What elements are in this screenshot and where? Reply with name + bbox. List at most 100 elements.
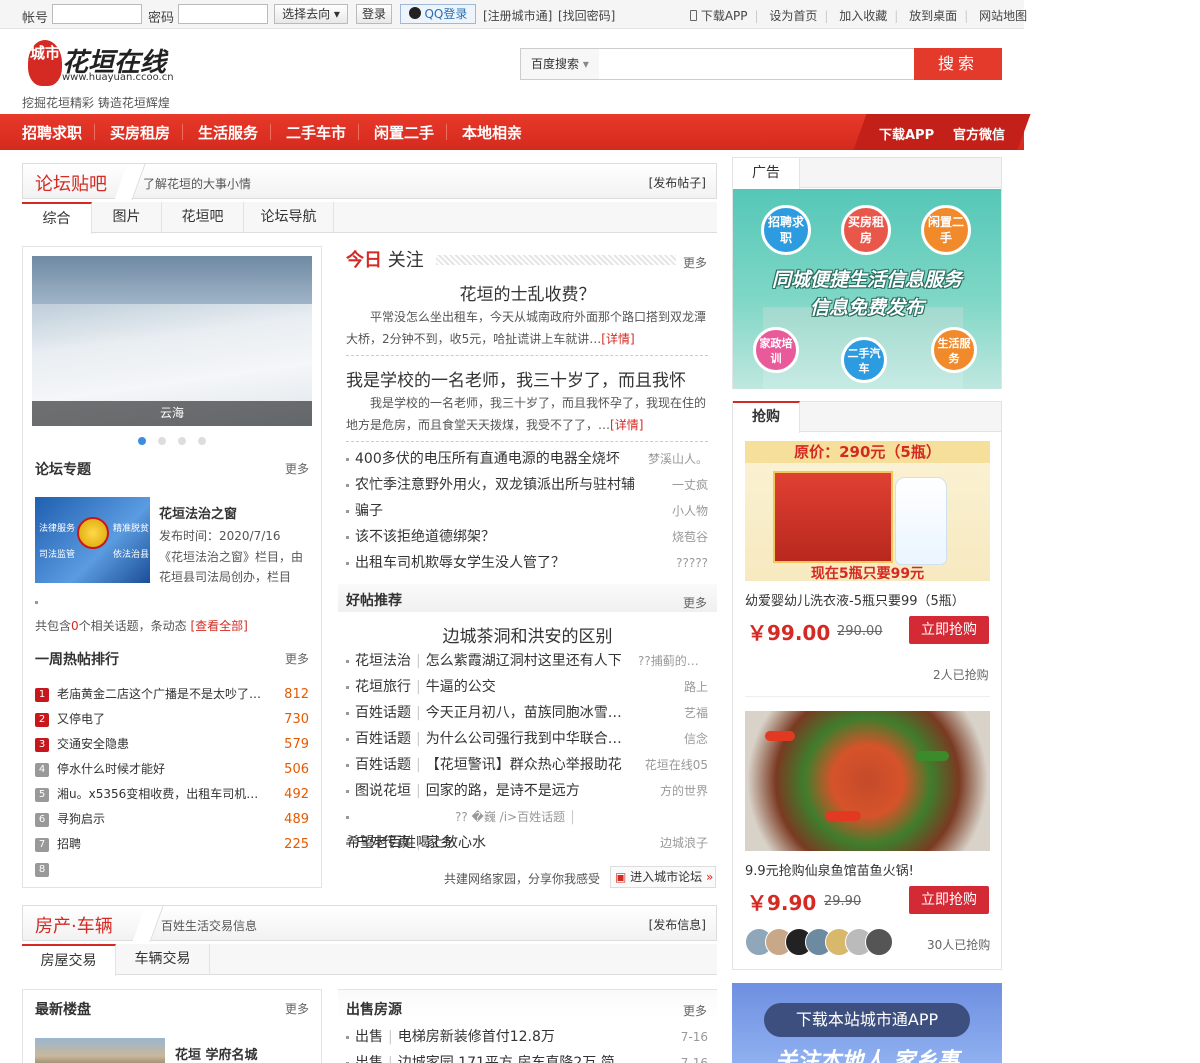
tab-pictures[interactable]: 图片 — [92, 202, 162, 233]
good-post-row[interactable]: 图说花垣 | 回家的路，是诗不是远方 方的世界 — [346, 778, 708, 804]
hot-post-row[interactable]: 5 湘u。x5356变相收费，出租车司机到底 492 — [35, 782, 313, 807]
nav-item-jobs[interactable]: 招聘求职 — [22, 122, 82, 143]
product-1-image[interactable]: 原价：290元（5瓶） 现在5瓶只要99元 — [745, 441, 990, 581]
today-post-row[interactable]: 骗子 小人物 — [346, 498, 708, 524]
good-post-row[interactable]: 百姓话题 | 为什么公司强行我到中华联合买保险信念 — [346, 726, 708, 752]
post-title[interactable]: 为什么公司强行我到中华联合买保险 — [426, 726, 626, 752]
hot-post-row[interactable]: 4 停水什么时候才能好 506 — [35, 757, 313, 782]
today-post-row[interactable]: 出租车司机欺辱女学生没人管了？????? — [346, 550, 708, 576]
view-all-link[interactable]: [查看全部] — [191, 619, 248, 633]
search-engine-select[interactable]: 百度搜索 ▾ — [520, 48, 600, 80]
hot-post-title[interactable]: 招聘 — [57, 832, 269, 857]
carousel-image[interactable]: 云海 — [32, 256, 312, 426]
password-input[interactable] — [178, 4, 268, 24]
hot-post-title[interactable]: 停水什么时候才能好 — [57, 757, 269, 782]
nav-item-services[interactable]: 生活服务 — [198, 122, 258, 143]
building-name[interactable]: 花垣 学府名城 — [175, 1044, 258, 1063]
sale-row[interactable]: 出售 | 边城家园 171平方 房东直降2万 简单装修 7-16 — [346, 1050, 708, 1063]
hot-post-title[interactable]: 寻狗启示 — [57, 807, 269, 832]
today-post-row[interactable]: 400多伏的电压所有直通电源的电器全烧坏 梦溪山人。 — [346, 446, 708, 472]
logo-badge[interactable]: 城市 — [28, 40, 62, 86]
search-button[interactable]: 搜索 — [914, 48, 1002, 80]
product-1-title[interactable]: 幼爱婴幼儿洗衣液-5瓶只要99（5瓶） — [745, 590, 965, 609]
post-title[interactable]: 出租车司机欺辱女学生没人管了？ — [355, 550, 635, 576]
post-category[interactable]: 百姓话题 — [355, 757, 411, 773]
app-download-banner[interactable]: 下载本站城市通APP 关注本地人 家乡事 — [732, 983, 1002, 1063]
post-author[interactable]: 梦溪山人。 — [628, 446, 708, 472]
post-title[interactable]: 农忙季注意野外用火，双龙镇派出所与驻村辅 — [355, 472, 635, 498]
good-post-row[interactable]: 花垣法治 | 怎么紫霞湖辽洞村这里还有人下 ??捕蓟的命?? — [346, 648, 708, 674]
good-posts-more-link[interactable]: 更多 — [683, 594, 707, 611]
post-author[interactable]: 边城浪子 — [638, 830, 708, 856]
hot-post-title[interactable]: 老庙黄金二店这个广播是不是太吵了，搞 — [57, 682, 269, 707]
detail-link[interactable]: [详情] — [610, 418, 643, 432]
building-thumbnail[interactable] — [35, 1038, 165, 1063]
good-post-row[interactable]: 百姓话题 | 今天正月初八，苗族同胞冰雪同庆乐融艺福 — [346, 700, 708, 726]
topic-name[interactable]: 花垣法治之窗 — [159, 503, 237, 522]
sale-title[interactable]: 电梯房新装修首付12.8万 — [398, 1024, 555, 1050]
nav-item-used-cars[interactable]: 二手车市 — [286, 122, 346, 143]
post-author[interactable]: 一丈疯 — [628, 472, 708, 498]
post-author[interactable]: ????? — [628, 550, 708, 576]
sale-row[interactable]: 出售 | 电梯房新装修首付12.8万 7-16 — [346, 1024, 708, 1050]
topic-more-link[interactable]: 更多 — [285, 460, 309, 477]
register-link[interactable]: [注册城市通] — [483, 7, 552, 24]
post-title[interactable]: 回家的路，是诗不是远方 — [426, 778, 580, 804]
hot-post-row[interactable]: 6 寻狗启示 489 — [35, 807, 313, 832]
good-post-row[interactable]: 百姓话题 | 【花垣警讯】群众热心举报助花 花垣在线05 — [346, 752, 708, 778]
post-category[interactable]: 图说花垣 — [355, 783, 411, 799]
post-category[interactable]: 花垣法治 — [355, 653, 411, 669]
section-title[interactable]: 论坛贴吧 — [35, 170, 107, 196]
hot-post-title[interactable]: 交通安全隐患 — [57, 732, 269, 757]
tab-huayuan-bar[interactable]: 花垣吧 — [162, 202, 244, 233]
carousel-dot-active[interactable] — [138, 437, 146, 445]
post-author[interactable]: 路上 — [638, 674, 708, 700]
post-title[interactable]: 牛逼的公交 — [426, 674, 496, 700]
sale-listings-more-link[interactable]: 更多 — [683, 1002, 707, 1019]
new-buildings-more-link[interactable]: 更多 — [285, 1000, 309, 1017]
post-category[interactable]: 百姓话题 — [355, 731, 411, 747]
hot-post-title[interactable]: 又停电了 — [57, 707, 269, 732]
post-info-link[interactable]: [发布信息] — [649, 916, 706, 933]
post-author[interactable]: 艺福 — [638, 700, 708, 726]
nav-wechat[interactable]: 官方微信 — [953, 124, 1005, 143]
add-favorite-link[interactable]: 加入收藏 — [839, 9, 887, 23]
post-category[interactable]: 花垣旅行 — [355, 679, 411, 695]
product-2-buy-button[interactable]: 立即抢购 — [909, 886, 989, 914]
search-input[interactable] — [599, 48, 915, 80]
nav-download-app[interactable]: 下载APP — [879, 124, 934, 143]
good-headline[interactable]: 边城茶洞和洪安的区别 — [338, 622, 717, 647]
post-title[interactable]: 该不该拒绝道德绑架？ — [355, 524, 635, 550]
tab-house-trade[interactable]: 房屋交易 — [22, 944, 116, 976]
post-title[interactable]: 400多伏的电压所有直通电源的电器全烧坏 — [355, 446, 635, 472]
post-author[interactable]: 方的世界 — [638, 778, 708, 804]
post-category[interactable]: 百姓话题 — [355, 705, 411, 721]
post-category[interactable]: 户外传真 — [355, 835, 411, 851]
product-2-title[interactable]: 9.9元抢购仙泉鱼馆苗鱼火锅! — [745, 860, 914, 879]
today-post-row[interactable]: 该不该拒绝道德绑架？ 烧苞谷 — [346, 524, 708, 550]
post-title[interactable]: 怎么紫霞湖辽洞村这里还有人下 — [426, 648, 622, 674]
nav-item-secondhand[interactable]: 闲置二手 — [374, 122, 434, 143]
good-post-row[interactable]: ?? �巍 /i>百姓话题 |希望老百姓喝上放心水 — [346, 804, 708, 851]
post-author[interactable]: ??捕蓟的命?? — [638, 648, 708, 674]
good-post-row[interactable]: 户外传真 | 家乡 边城浪子 — [346, 830, 708, 856]
destination-select[interactable]: 选择去向 ▾ — [274, 4, 348, 24]
download-app-link[interactable]: 下载APP — [701, 9, 748, 23]
hot-post-row[interactable]: 1 老庙黄金二店这个广播是不是太吵了，搞 812 — [35, 682, 313, 707]
qq-login-button[interactable]: QQ登录 — [400, 4, 476, 24]
login-button[interactable]: 登录 — [356, 4, 392, 24]
tab-forum-nav[interactable]: 论坛导航 — [244, 202, 334, 233]
post-author[interactable]: 花垣在线05 — [638, 752, 708, 778]
detail-link[interactable]: [详情] — [601, 332, 634, 346]
post-title[interactable]: 骗子 — [355, 498, 635, 524]
enter-forum-button[interactable]: ▣ 进入城市论坛 » — [610, 866, 716, 888]
find-password-link[interactable]: [找回密码] — [558, 7, 615, 24]
carousel-dot[interactable] — [178, 437, 186, 445]
post-thread-link[interactable]: [发布帖子] — [649, 174, 706, 191]
hot-post-row[interactable]: 8 — [35, 857, 313, 882]
product-2-image[interactable] — [745, 711, 990, 851]
nav-item-housing[interactable]: 买房租房 — [110, 122, 170, 143]
sitemap-link[interactable]: 网站地图 — [979, 9, 1027, 23]
post-author[interactable]: 小人物 — [628, 498, 708, 524]
carousel-dot[interactable] — [198, 437, 206, 445]
